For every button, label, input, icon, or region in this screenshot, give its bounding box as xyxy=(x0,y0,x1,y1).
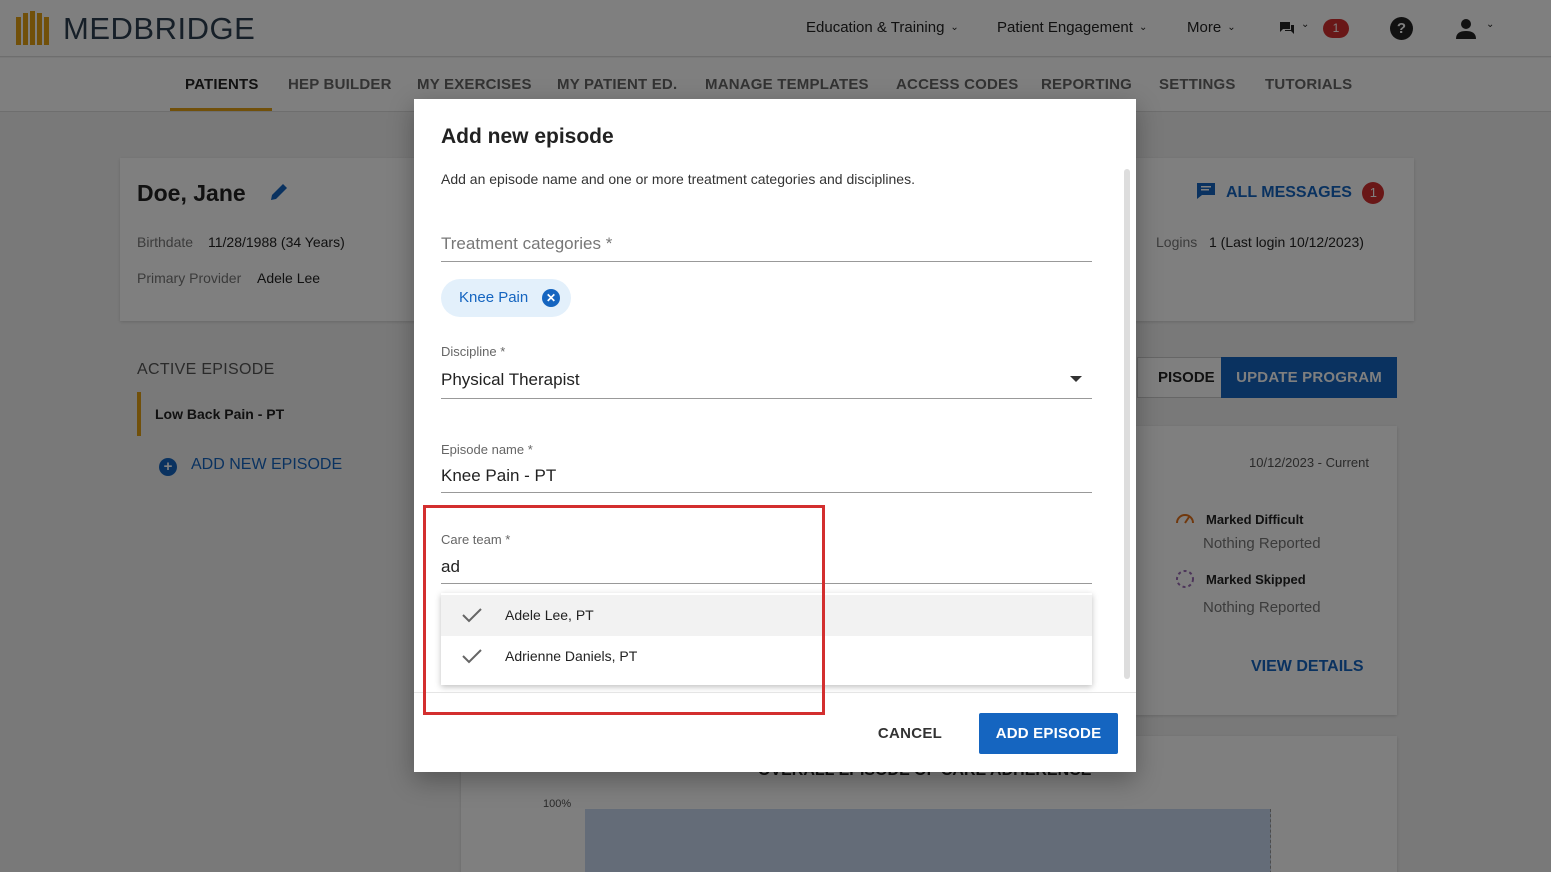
episode-name-input[interactable]: Knee Pain - PT xyxy=(441,466,556,486)
remove-chip-icon[interactable]: ✕ xyxy=(542,289,560,307)
category-chip-label: Knee Pain xyxy=(459,289,529,306)
dropdown-arrow-icon[interactable] xyxy=(1070,376,1082,382)
treatment-categories-underline xyxy=(441,261,1092,262)
dialog-title: Add new episode xyxy=(441,125,614,148)
category-chip[interactable]: Knee Pain ✕ xyxy=(441,279,571,317)
episode-name-underline xyxy=(441,492,1092,493)
dialog-description: Add an episode name and one or more trea… xyxy=(441,171,915,187)
add-episode-button[interactable]: ADD EPISODE xyxy=(979,713,1118,754)
highlight-annotation-box xyxy=(423,505,825,715)
episode-name-label: Episode name * xyxy=(441,442,533,457)
cancel-button[interactable]: CANCEL xyxy=(866,713,954,754)
treatment-categories-input[interactable]: Treatment categories * xyxy=(441,234,612,254)
discipline-label: Discipline * xyxy=(441,344,506,359)
dialog-scrollbar[interactable] xyxy=(1124,169,1130,679)
discipline-select[interactable]: Physical Therapist xyxy=(441,370,580,390)
discipline-underline xyxy=(441,398,1092,399)
